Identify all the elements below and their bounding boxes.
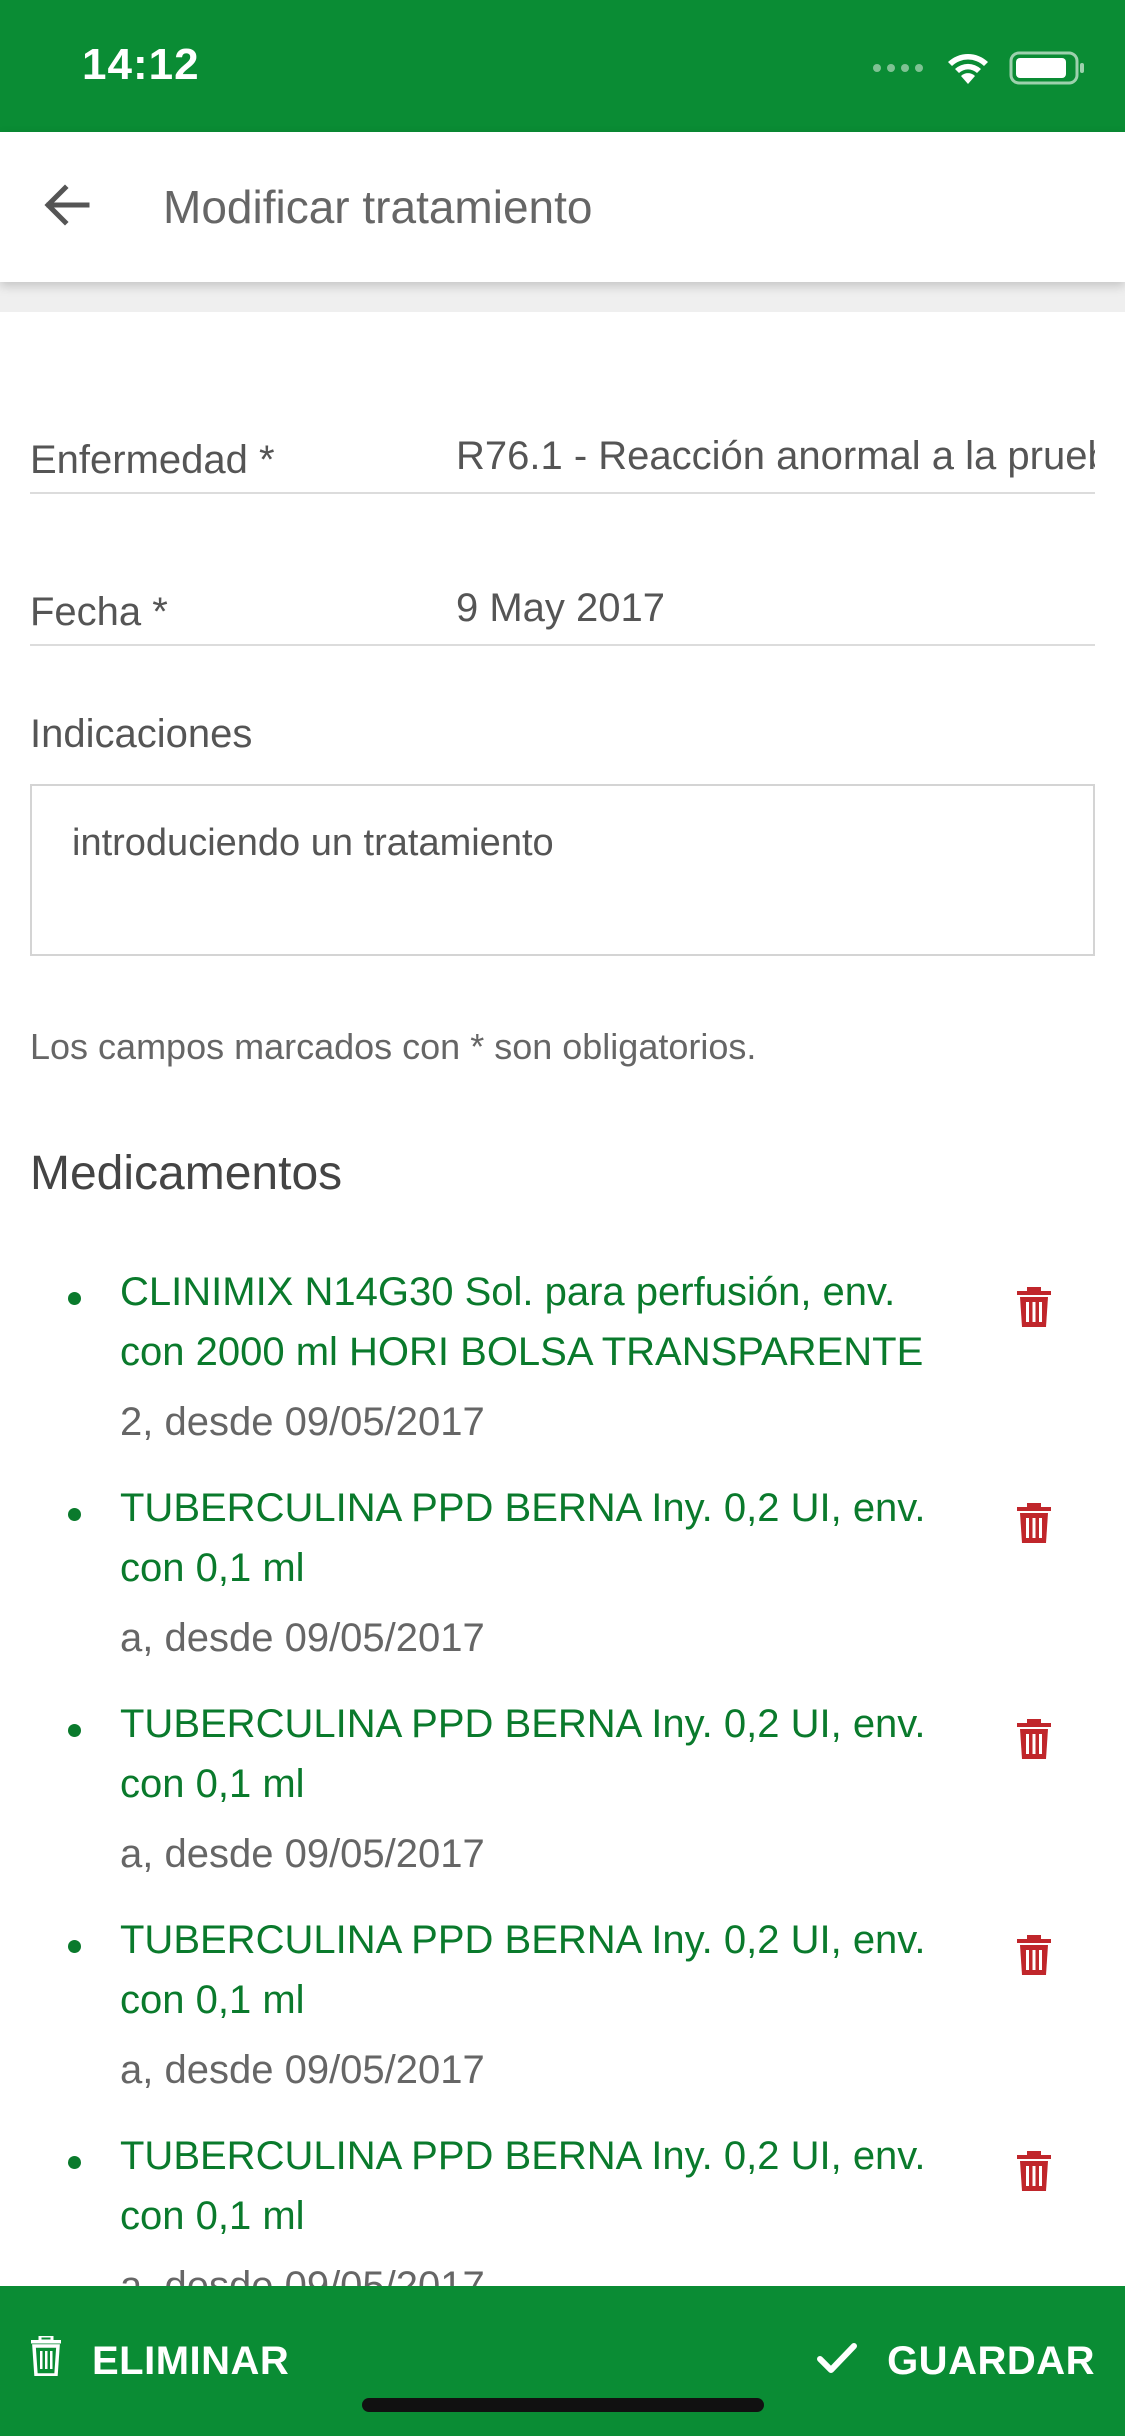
medication-detail: a, desde 09/05/2017	[120, 2048, 485, 2092]
delete-medication-button[interactable]	[1012, 1502, 1056, 1546]
delete-medication-button[interactable]	[1012, 1286, 1056, 1330]
trash-icon	[1017, 2151, 1051, 2191]
bottom-action-bar: ELIMINAR GUARDAR	[0, 2286, 1125, 2436]
medicamentos-title: Medicamentos	[30, 1147, 343, 1200]
bullet-icon	[68, 1940, 81, 1953]
fecha-value[interactable]: 9 May 2017	[456, 586, 1095, 631]
medication-name[interactable]: TUBERCULINA PPD BERNA Iny. 0,2 UI, env. …	[120, 1694, 960, 1814]
trash-icon	[30, 2334, 62, 2386]
delete-medication-button[interactable]	[1012, 2150, 1056, 2194]
required-hint: Los campos marcados con * son obligatori…	[30, 1026, 757, 1067]
checkmark-icon	[817, 2339, 858, 2384]
indicaciones-input[interactable]: introduciendo un tratamiento	[30, 784, 1095, 956]
indicaciones-label: Indicaciones	[30, 712, 253, 756]
save-button-label: GUARDAR	[887, 2338, 1095, 2383]
delete-medication-button[interactable]	[1012, 1934, 1056, 1978]
trash-icon	[1017, 1287, 1051, 1327]
delete-medication-button[interactable]	[1012, 1718, 1056, 1762]
medication-detail: a, desde 09/05/2017	[120, 1616, 485, 1660]
fecha-field[interactable]: Fecha * 9 May 2017	[30, 572, 1095, 646]
page-title: Modificar tratamiento	[163, 181, 593, 233]
bullet-icon	[68, 1724, 81, 1737]
trash-icon	[1017, 1935, 1051, 1975]
trash-icon	[1017, 1719, 1051, 1759]
medication-name[interactable]: CLINIMIX N14G30 Sol. para perfusión, env…	[120, 1262, 960, 1382]
medication-detail: 2, desde 09/05/2017	[120, 1400, 485, 1444]
bullet-icon	[68, 1292, 81, 1305]
delete-button-label: ELIMINAR	[92, 2338, 290, 2383]
enfermedad-label: Enfermedad *	[30, 438, 275, 482]
trash-icon	[1017, 1503, 1051, 1543]
list-item[interactable]: TUBERCULINA PPD BERNA Iny. 0,2 UI, env. …	[0, 1910, 1125, 2126]
app-header: Modificar tratamiento	[0, 132, 1125, 282]
list-item[interactable]: CLINIMIX N14G30 Sol. para perfusión, env…	[0, 1262, 1125, 1478]
delete-button[interactable]: ELIMINAR	[30, 2286, 289, 2436]
medication-detail: a, desde 09/05/2017	[120, 1832, 485, 1876]
list-item[interactable]: TUBERCULINA PPD BERNA Iny. 0,2 UI, env. …	[0, 1694, 1125, 1910]
bullet-icon	[68, 1508, 81, 1521]
home-indicator[interactable]	[362, 2398, 764, 2412]
enfermedad-value[interactable]: R76.1 - Reacción anormal a la prueba	[456, 434, 1095, 479]
header-divider	[0, 282, 1125, 312]
arrow-left-icon	[41, 180, 91, 235]
signal-icon	[871, 61, 927, 75]
status-bar: 14:12	[0, 0, 1125, 132]
battery-icon	[1009, 50, 1085, 86]
bullet-icon	[68, 2156, 81, 2169]
status-time: 14:12	[82, 40, 200, 89]
app-screen: 14:12 Modificar tratamiento Enfermedad *…	[0, 0, 1125, 2436]
back-button[interactable]	[28, 169, 104, 245]
medication-name[interactable]: TUBERCULINA PPD BERNA Iny. 0,2 UI, env. …	[120, 2126, 960, 2246]
save-button[interactable]: GUARDAR	[817, 2286, 1095, 2436]
list-item[interactable]: TUBERCULINA PPD BERNA Iny. 0,2 UI, env. …	[0, 1478, 1125, 1694]
medication-list: CLINIMIX N14G30 Sol. para perfusión, env…	[0, 1262, 1125, 2342]
medication-name[interactable]: TUBERCULINA PPD BERNA Iny. 0,2 UI, env. …	[120, 1910, 960, 2030]
enfermedad-field[interactable]: Enfermedad * R76.1 - Reacción anormal a …	[30, 420, 1095, 494]
medication-name[interactable]: TUBERCULINA PPD BERNA Iny. 0,2 UI, env. …	[120, 1478, 960, 1598]
fecha-label: Fecha *	[30, 590, 168, 634]
wifi-icon	[945, 50, 991, 86]
status-icons	[871, 44, 1085, 92]
